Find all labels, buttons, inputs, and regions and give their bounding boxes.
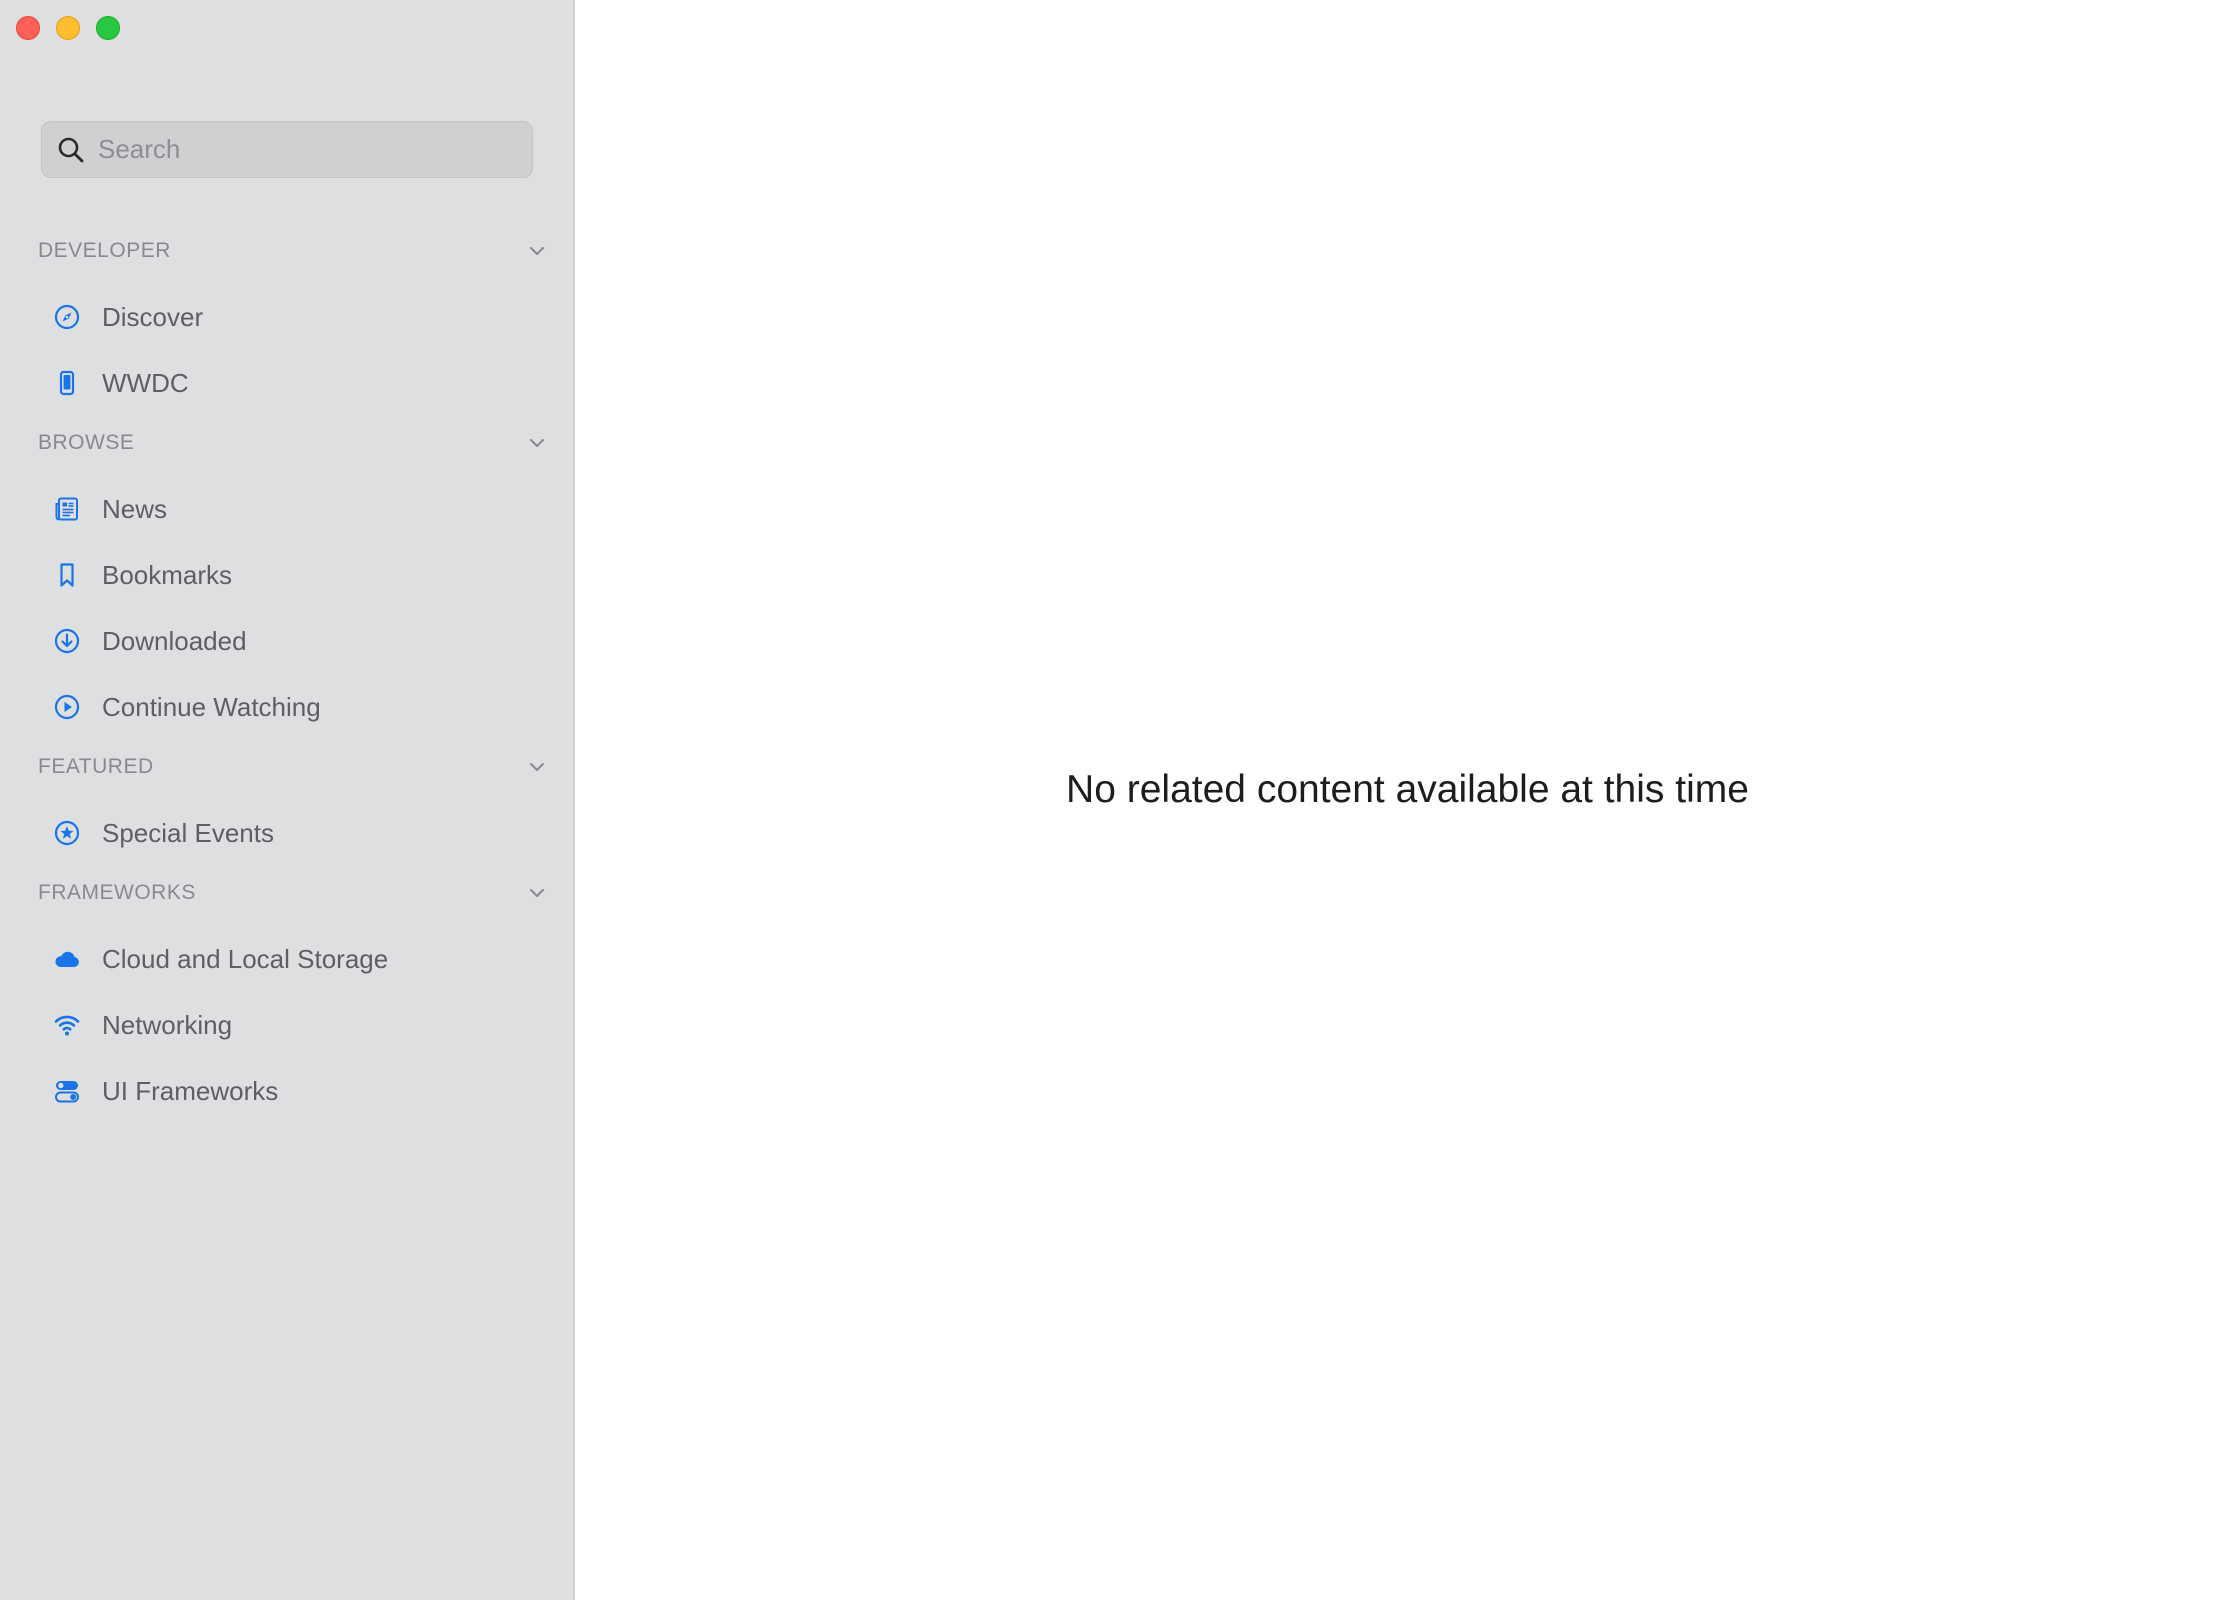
compass-icon [52,302,82,332]
play-circle-icon [52,692,82,722]
toggles-icon [52,1076,82,1106]
sidebar-item-cloud-and-local-storage[interactable]: Cloud and Local Storage [52,934,552,984]
search-input[interactable] [98,134,498,165]
sidebar-item-wwdc[interactable]: WWDC [52,358,552,408]
sidebar-item-continue-watching[interactable]: Continue Watching [52,682,552,732]
section-header-frameworks[interactable]: FRAMEWORKS [38,876,548,910]
sidebar: DEVELOPER Discover WWDC [0,0,575,1600]
sidebar-item-label: Downloaded [102,625,247,656]
search-icon [58,137,84,162]
sidebar-item-label: Bookmarks [102,559,233,590]
sidebar-item-networking[interactable]: Networking [52,1000,552,1050]
section-header-featured[interactable]: FEATURED [38,750,548,784]
wifi-icon [52,1010,82,1040]
sidebar-item-label: News [102,493,168,524]
sidebar-item-special-events[interactable]: Special Events [52,808,552,858]
sidebar-item-label: Discover [102,301,204,332]
minimize-window-button[interactable] [56,16,80,40]
app-window: DEVELOPER Discover WWDC [0,0,2240,1600]
sidebar-item-downloaded[interactable]: Downloaded [52,616,552,666]
search-field[interactable] [41,121,533,178]
chevron-down-icon[interactable] [526,240,548,262]
sidebar-item-label: UI Frameworks [102,1075,279,1106]
chevron-down-icon[interactable] [526,432,548,454]
star-circle-icon [52,818,82,848]
sidebar-item-label: Cloud and Local Storage [102,943,389,974]
zoom-window-button[interactable] [96,16,120,40]
newspaper-icon [52,494,82,524]
bookmark-icon [52,560,82,590]
sidebar-item-bookmarks[interactable]: Bookmarks [52,550,552,600]
window-controls [16,16,120,40]
sidebar-item-label: Continue Watching [102,691,321,722]
section-header-developer[interactable]: DEVELOPER [38,234,548,268]
section-title-featured: FEATURED [38,755,154,778]
cloud-icon [52,944,82,974]
chevron-down-icon[interactable] [526,882,548,904]
content-area: No related content available at this tim… [575,0,2240,1600]
sidebar-item-label: Networking [102,1009,233,1040]
empty-state-message: No related content available at this tim… [1066,768,1749,811]
sidebar-item-discover[interactable]: Discover [52,292,552,342]
chevron-down-icon[interactable] [526,756,548,778]
section-header-browse[interactable]: BROWSE [38,426,548,460]
close-window-button[interactable] [16,16,40,40]
sidebar-item-label: WWDC [102,367,189,398]
iphone-icon [52,368,82,398]
download-circle-icon [52,626,82,656]
sidebar-item-label: Special Events [102,817,274,848]
sidebar-item-news[interactable]: News [52,484,552,534]
section-title-frameworks: FRAMEWORKS [38,881,196,904]
section-title-browse: BROWSE [38,431,135,454]
section-title-developer: DEVELOPER [38,239,171,262]
sidebar-item-ui-frameworks[interactable]: UI Frameworks [52,1066,552,1116]
